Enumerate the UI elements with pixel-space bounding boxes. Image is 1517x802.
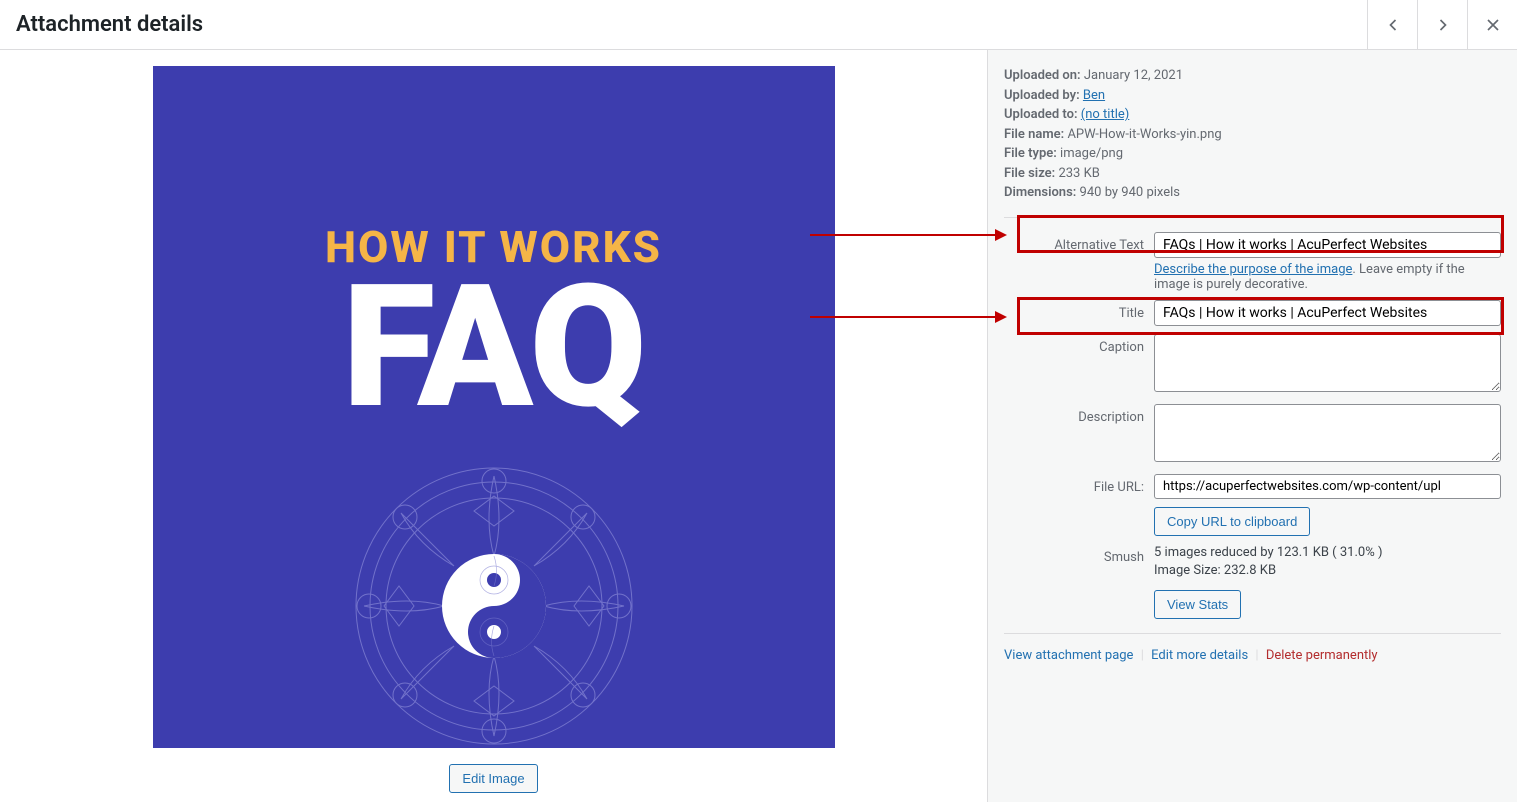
modal-header: Attachment details bbox=[0, 0, 1517, 50]
alt-text-input[interactable] bbox=[1154, 232, 1501, 258]
divider bbox=[1004, 217, 1501, 218]
modal-body: HOW IT WORKS FAQ bbox=[0, 50, 1517, 802]
view-stats-button[interactable]: View Stats bbox=[1154, 590, 1241, 619]
file-type-label: File type: bbox=[1004, 146, 1057, 161]
description-label: Description bbox=[1004, 404, 1154, 425]
alt-text-label: Alternative Text bbox=[1004, 232, 1154, 253]
annotation-arrow-title bbox=[810, 316, 1005, 318]
row-alt-text: Alternative Text Describe the purpose of… bbox=[1004, 232, 1501, 292]
smush-reduced-text: 5 images reduced by 123.1 KB ( 31.0% ) bbox=[1154, 544, 1501, 562]
title-input[interactable] bbox=[1154, 300, 1501, 326]
file-type-value: image/png bbox=[1060, 146, 1123, 161]
alt-describe-link[interactable]: Describe the purpose of the image bbox=[1154, 262, 1352, 277]
copy-url-button[interactable]: Copy URL to clipboard bbox=[1154, 507, 1310, 536]
uploaded-on-label: Uploaded on: bbox=[1004, 68, 1081, 83]
modal-title: Attachment details bbox=[16, 12, 203, 37]
smush-label: Smush bbox=[1004, 544, 1154, 565]
caption-label: Caption bbox=[1004, 334, 1154, 355]
uploaded-by-link[interactable]: Ben bbox=[1083, 88, 1105, 103]
title-label: Title bbox=[1004, 300, 1154, 321]
row-title: Title bbox=[1004, 300, 1501, 326]
next-button[interactable] bbox=[1417, 0, 1467, 50]
prev-button[interactable] bbox=[1367, 0, 1417, 50]
file-name-value: APW-How-it-Works-yin.png bbox=[1067, 127, 1221, 142]
edit-more-link[interactable]: Edit more details bbox=[1151, 648, 1248, 663]
dimensions-label: Dimensions: bbox=[1004, 185, 1076, 200]
attachment-settings: Alternative Text Describe the purpose of… bbox=[1004, 232, 1501, 619]
mandala-yin-yang-icon bbox=[349, 461, 639, 748]
row-file-url: File URL: Copy URL to clipboard bbox=[1004, 474, 1501, 536]
close-icon bbox=[1483, 15, 1503, 35]
annotation-arrow-alt bbox=[810, 234, 1005, 236]
chevron-right-icon bbox=[1433, 15, 1453, 35]
description-textarea[interactable] bbox=[1154, 404, 1501, 462]
chevron-left-icon bbox=[1383, 15, 1403, 35]
details-panel: Uploaded on: January 12, 2021 Uploaded b… bbox=[987, 50, 1517, 802]
row-smush: Smush 5 images reduced by 123.1 KB ( 31.… bbox=[1004, 544, 1501, 619]
file-url-input[interactable] bbox=[1154, 474, 1501, 499]
file-url-label: File URL: bbox=[1004, 474, 1154, 495]
delete-permanently-link[interactable]: Delete permanently bbox=[1266, 648, 1378, 663]
attachment-preview-image: HOW IT WORKS FAQ bbox=[153, 66, 835, 748]
attachment-meta: Uploaded on: January 12, 2021 Uploaded b… bbox=[1004, 66, 1501, 203]
uploaded-by-label: Uploaded by: bbox=[1004, 88, 1080, 103]
preview-image-faq-text: FAQ bbox=[342, 275, 644, 420]
file-size-label: File size: bbox=[1004, 166, 1055, 181]
divider bbox=[1004, 633, 1501, 634]
caption-textarea[interactable] bbox=[1154, 334, 1501, 392]
file-name-label: File name: bbox=[1004, 127, 1064, 142]
uploaded-to-label: Uploaded to: bbox=[1004, 107, 1078, 122]
file-size-value: 233 KB bbox=[1058, 166, 1099, 181]
attachment-actions: View attachment page | Edit more details… bbox=[1004, 648, 1501, 663]
uploaded-to-link[interactable]: (no title) bbox=[1081, 107, 1130, 122]
row-description: Description bbox=[1004, 404, 1501, 466]
smush-size-text: Image Size: 232.8 KB bbox=[1154, 562, 1501, 580]
row-caption: Caption bbox=[1004, 334, 1501, 396]
preview-panel: HOW IT WORKS FAQ bbox=[0, 50, 987, 802]
view-attachment-link[interactable]: View attachment page bbox=[1004, 648, 1133, 663]
close-button[interactable] bbox=[1467, 0, 1517, 50]
uploaded-on-value: January 12, 2021 bbox=[1084, 68, 1183, 83]
header-nav bbox=[1367, 0, 1517, 49]
dimensions-value: 940 by 940 pixels bbox=[1080, 185, 1180, 200]
edit-image-button[interactable]: Edit Image bbox=[449, 764, 537, 793]
